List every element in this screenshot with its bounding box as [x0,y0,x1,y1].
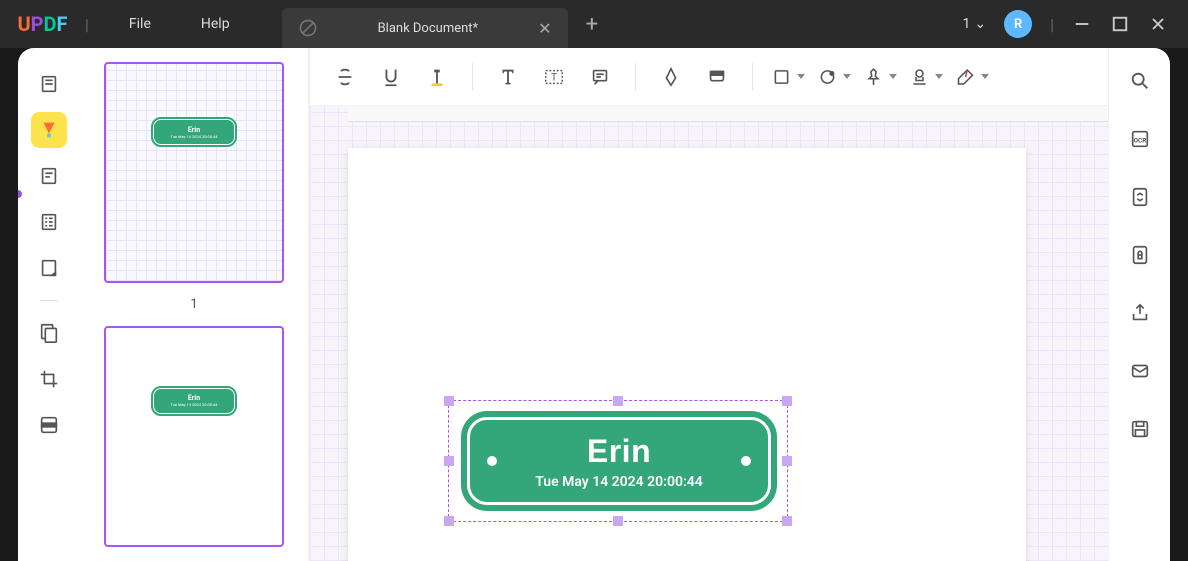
share-button[interactable] [1125,298,1155,328]
tab-count-dropdown[interactable]: 1⌄ [962,16,986,32]
underline-button[interactable] [374,60,408,94]
resize-handle[interactable] [444,396,454,406]
ocr-button[interactable]: OCR [1125,124,1155,154]
organize-tool[interactable] [31,315,67,351]
signature-dropdown[interactable] [955,60,989,94]
annotate-tool[interactable] [31,112,67,148]
stamp-date: Tue May 14 2024 20:00:44 [535,474,703,490]
resize-handle[interactable] [613,396,623,406]
right-toolbar: OCR [1108,48,1170,561]
fill-color-dropdown[interactable] [771,60,805,94]
text-button[interactable] [491,60,525,94]
search-button[interactable] [1125,66,1155,96]
menu-file[interactable]: File [129,16,151,32]
pin-dropdown[interactable] [863,60,897,94]
mini-stamp: Erin Tue May 14 2024 20:00:44 [153,388,235,414]
tab-title: Blank Document* [378,21,479,36]
stamp-dot-icon [487,456,497,466]
page-number-1: 1 [190,297,197,312]
menu-help[interactable]: Help [201,16,230,32]
svg-text:OCR: OCR [1133,137,1146,145]
close-button[interactable] [1148,14,1168,34]
save-button[interactable] [1125,414,1155,444]
protect-button[interactable] [1125,240,1155,270]
no-preview-icon [298,18,318,38]
form-tool[interactable] [31,204,67,240]
tab-close-button[interactable]: ✕ [538,19,551,38]
stamp-dot-icon [741,456,751,466]
thumbnail-panel: Erin Tue May 14 2024 20:00:44 1 Erin Tue… [80,48,310,561]
reader-tool[interactable] [31,66,67,102]
edit-tool[interactable] [31,158,67,194]
resize-handle[interactable] [444,516,454,526]
resize-handle[interactable] [782,396,792,406]
format-toolbar: T [310,48,1108,106]
text-color-button[interactable] [420,60,454,94]
stamp-dropdown[interactable] [909,60,943,94]
page-tool[interactable] [31,250,67,286]
maximize-button[interactable] [1110,14,1130,34]
redact-tool[interactable] [31,407,67,443]
user-avatar[interactable]: R [1004,10,1032,38]
textbox-button[interactable]: T [537,60,571,94]
minimize-button[interactable] [1072,14,1092,34]
callout-button[interactable] [583,60,617,94]
mini-stamp: Erin Tue May 14 2024 20:00:44 [153,119,235,145]
highlighter-button[interactable] [654,60,688,94]
thumbnail-page-2[interactable]: Erin Tue May 14 2024 20:00:44 [104,326,284,547]
convert-button[interactable] [1125,182,1155,212]
thumbnail-page-1[interactable]: Erin Tue May 14 2024 20:00:44 [104,62,284,283]
left-toolbar [18,48,80,561]
eraser-button[interactable] [700,60,734,94]
strikethrough-button[interactable] [328,60,362,94]
resize-handle[interactable] [782,516,792,526]
add-tab-button[interactable]: + [586,12,598,37]
document-tab[interactable]: Blank Document* ✕ [282,8,568,48]
horizontal-ruler [348,106,1108,122]
crop-tool[interactable] [31,361,67,397]
selection-box[interactable]: Erin Tue May 14 2024 20:00:44 [448,400,788,522]
stamp-name: Erin [587,433,651,470]
document-page[interactable]: Erin Tue May 14 2024 20:00:44 [348,148,1026,561]
shape-dropdown[interactable] [817,60,851,94]
stamp-object[interactable]: Erin Tue May 14 2024 20:00:44 [461,411,777,511]
svg-text:T: T [551,72,557,83]
email-button[interactable] [1125,356,1155,386]
resize-handle[interactable] [782,456,792,466]
resize-handle[interactable] [444,456,454,466]
canvas[interactable]: Erin Tue May 14 2024 20:00:44 [310,106,1108,561]
app-logo: UPDF [0,12,85,36]
resize-handle[interactable] [613,516,623,526]
